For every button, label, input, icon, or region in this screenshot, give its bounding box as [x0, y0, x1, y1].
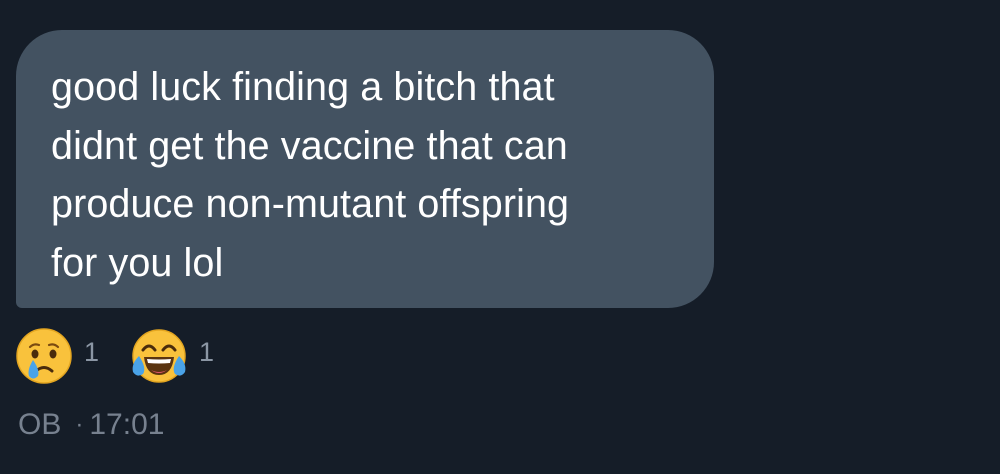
reaction-count: 1	[199, 336, 215, 367]
timestamp: 17:01	[89, 408, 165, 441]
meta-separator: ·	[75, 411, 84, 438]
tears-of-joy-face-icon	[132, 329, 186, 383]
reaction-tears-of-joy[interactable]: 1	[129, 326, 214, 386]
reaction-count: 1	[84, 336, 100, 367]
message-meta: OB · 17:01	[18, 408, 164, 442]
crying-face-icon	[16, 328, 72, 384]
sender-name[interactable]: OB	[18, 408, 61, 442]
message-text: good luck finding a bitch that didnt get…	[51, 65, 570, 285]
reaction-crying-face[interactable]: 1	[14, 326, 99, 386]
message-bubble[interactable]: good luck finding a bitch that didnt get…	[16, 30, 714, 308]
message-thread: good luck finding a bitch that didnt get…	[0, 0, 1000, 474]
reactions-bar: 1 1	[14, 326, 244, 386]
